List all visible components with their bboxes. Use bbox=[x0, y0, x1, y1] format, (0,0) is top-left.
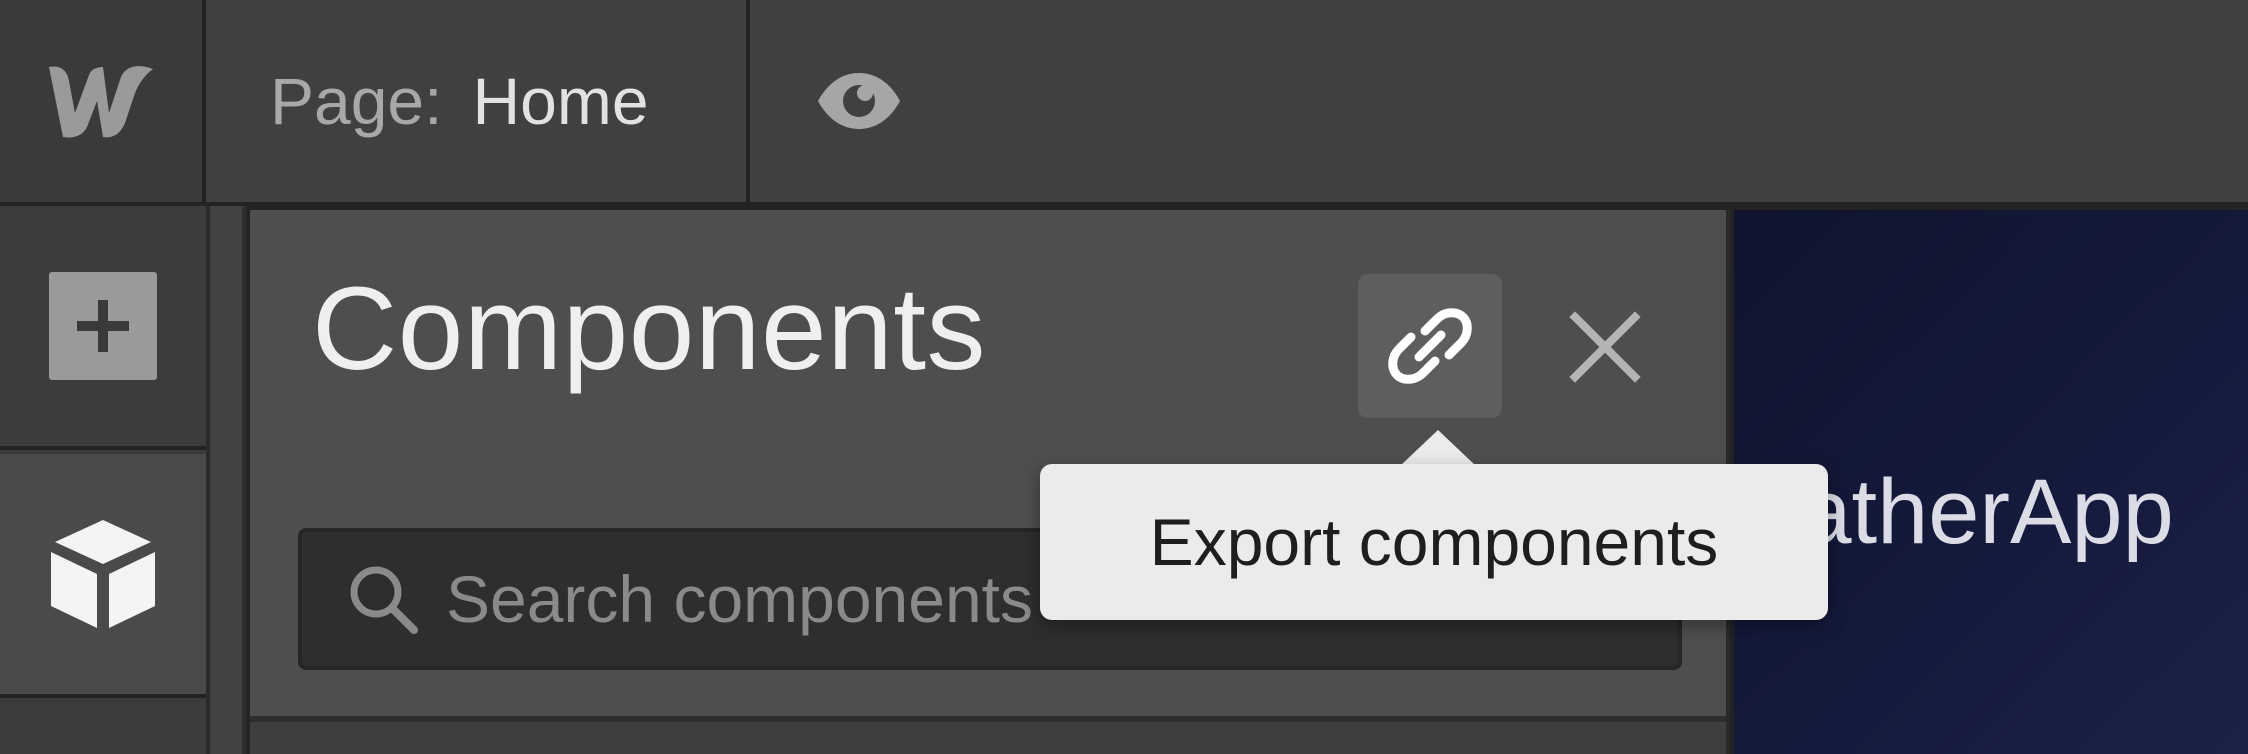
link-icon bbox=[1388, 308, 1472, 384]
export-components-button[interactable] bbox=[1358, 274, 1502, 418]
webflow-logo-button[interactable] bbox=[0, 0, 206, 202]
next-rail-tab[interactable] bbox=[0, 702, 206, 754]
panel-title: Components bbox=[312, 263, 987, 395]
page-prefix-label: Page: bbox=[270, 64, 443, 138]
page-name-label: Home bbox=[472, 64, 649, 138]
page-selector[interactable]: Page: Home bbox=[210, 0, 750, 202]
cube-icon bbox=[51, 520, 155, 628]
components-list bbox=[250, 722, 1726, 754]
add-elements-tab[interactable] bbox=[0, 206, 206, 450]
webflow-logo-icon bbox=[49, 66, 153, 138]
left-toolbar bbox=[0, 206, 210, 754]
close-panel-button[interactable] bbox=[1550, 292, 1660, 402]
eye-icon bbox=[818, 73, 900, 129]
export-tooltip: Export components bbox=[1040, 464, 1828, 620]
components-tab[interactable] bbox=[0, 454, 206, 698]
preview-button[interactable] bbox=[754, 0, 964, 202]
close-icon bbox=[1569, 311, 1641, 383]
plus-icon bbox=[77, 300, 129, 352]
designer-app: Page: Home Components Search components … bbox=[0, 0, 2248, 754]
rail-divider bbox=[210, 206, 246, 754]
tooltip-arrow bbox=[1400, 430, 1476, 466]
add-button[interactable] bbox=[49, 272, 157, 380]
search-icon bbox=[350, 566, 418, 634]
top-bar: Page: Home bbox=[0, 0, 2248, 206]
